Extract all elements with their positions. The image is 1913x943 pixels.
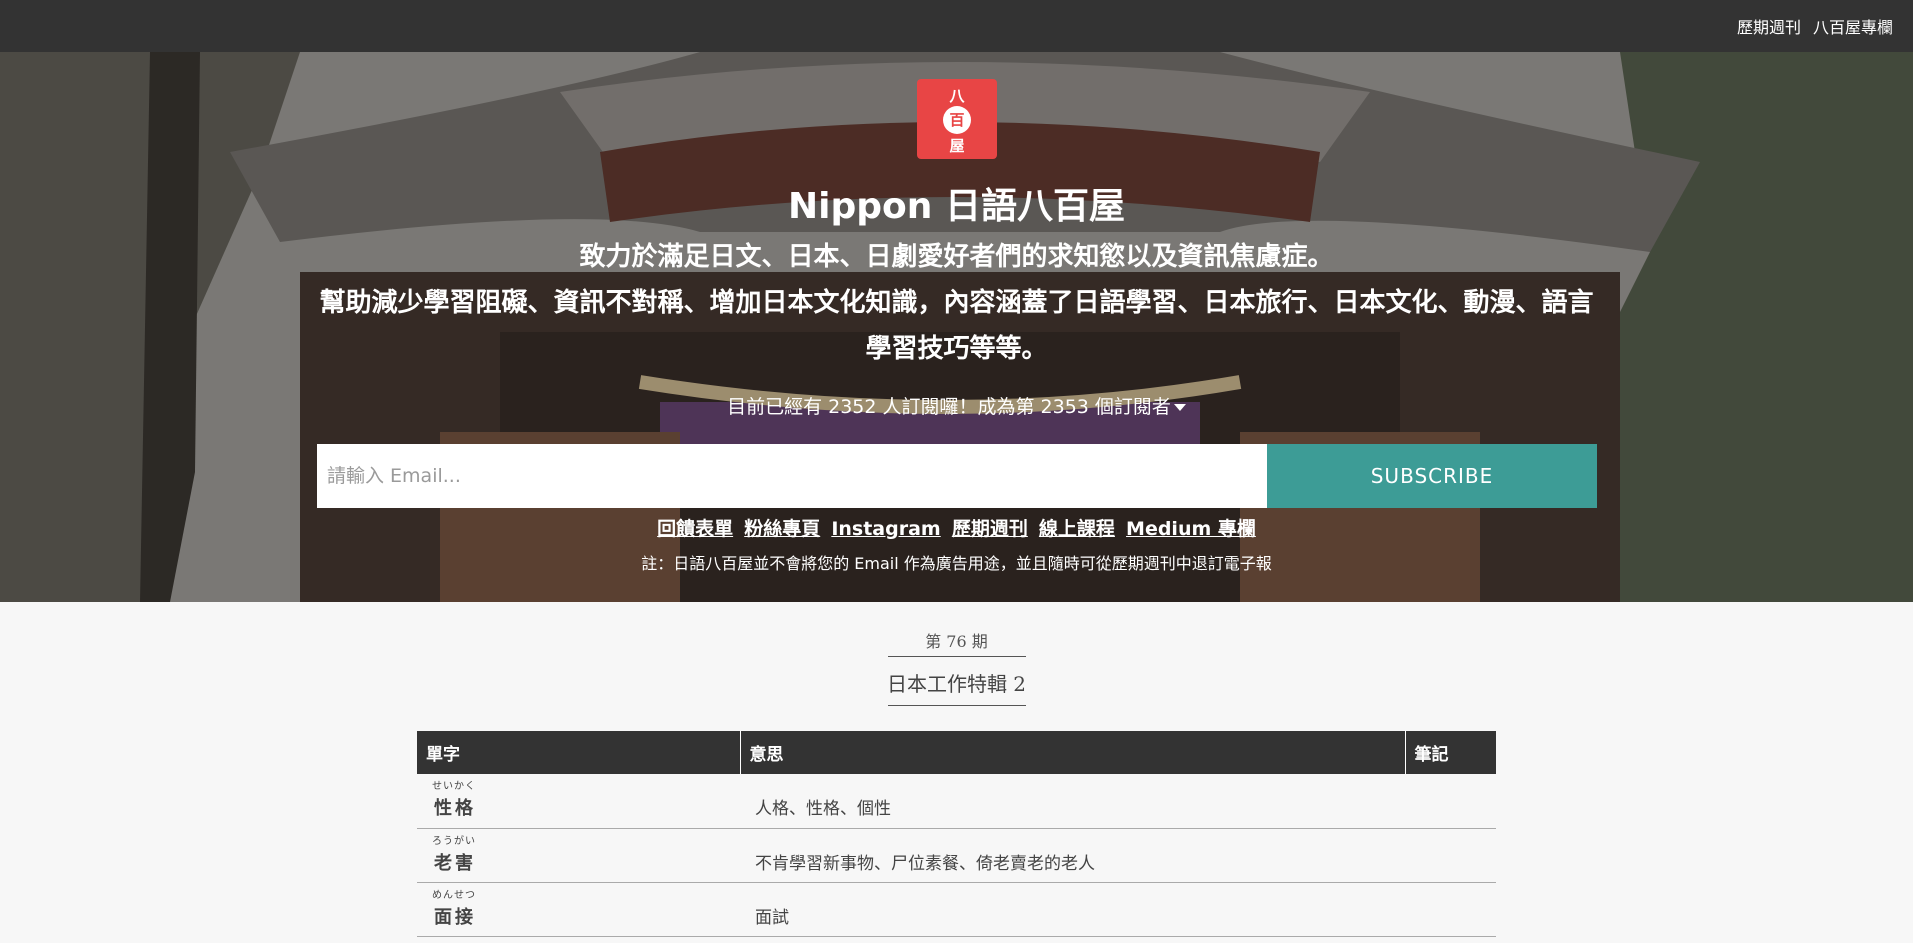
table-header-row: 單字 意思 筆記	[417, 731, 1496, 774]
subscribe-button[interactable]: SUBSCRIBE	[1267, 444, 1597, 508]
column-header-note: 筆記	[1405, 731, 1496, 774]
online-course-link[interactable]: 線上課程	[1039, 518, 1115, 540]
table-row: せいかく 性格 人格、性格、個性	[417, 774, 1496, 829]
logo-char-1: 八	[949, 87, 965, 105]
meaning-cell: 面試	[740, 882, 1405, 937]
feedback-form-link[interactable]: 回饋表單	[657, 518, 733, 540]
issue-number: 第 76 期	[925, 632, 988, 651]
caret-down-icon	[1173, 404, 1186, 411]
vocabulary-table: 單字 意思 筆記 せいかく 性格 人格、性格、個性 ろうがい 老害 不肯學習新事…	[417, 731, 1496, 937]
note-cell	[1405, 882, 1496, 937]
top-navbar: 歷期週刊 八百屋專欄	[0, 0, 1913, 52]
column-header-meaning: 意思	[740, 731, 1406, 774]
nav-past-issues-link[interactable]: 歷期週刊	[1737, 14, 1801, 38]
email-input[interactable]	[317, 444, 1267, 508]
word-cell: せいかく 性格	[417, 774, 740, 829]
description-line-2: 幫助減少學習阻礙、資訊不對稱、增加日本文化知識，內容涵蓋了日語學習、日本旅行、日…	[319, 288, 1594, 364]
site-logo[interactable]: 八 百 屋	[917, 79, 997, 159]
nav-column-link[interactable]: 八百屋專欄	[1813, 14, 1893, 38]
issue-title: 日本工作特輯 2	[886, 672, 1027, 696]
subscriber-count-toggle[interactable]: 目前已經有 2352 人訂閱囉！成為第 2353 個訂閱者	[0, 392, 1913, 419]
instagram-link[interactable]: Instagram	[831, 518, 940, 540]
hero-banner: 八 百 屋 Nippon 日語八百屋 致力於滿足日文、日本、日劇愛好者們的求知慾…	[0, 52, 1913, 602]
word-text: 面接	[434, 906, 476, 928]
word-cell: めんせつ 面接	[417, 882, 740, 937]
medium-column-link[interactable]: Medium 專欄	[1126, 518, 1256, 540]
subscriber-count-text: 目前已經有 2352 人訂閱囉！成為第 2353 個訂閱者	[727, 396, 1171, 418]
fan-page-link[interactable]: 粉絲專頁	[744, 518, 820, 540]
meaning-cell: 不肯學習新事物、尸位素餐、倚老賣老的老人	[740, 828, 1405, 883]
issue-divider-bottom	[888, 705, 1026, 706]
word-text: 性格	[434, 798, 476, 819]
logo-char-3: 屋	[949, 137, 965, 155]
issue-divider-top	[888, 656, 1026, 657]
note-cell	[1405, 774, 1496, 829]
site-description: 致力於滿足日文、日本、日劇愛好者們的求知慾以及資訊焦慮症。 幫助減少學習阻礙、資…	[310, 234, 1603, 372]
privacy-note: 註：日語八百屋並不會將您的 Email 作為廣告用途，並且隨時可從歷期週刊中退訂…	[641, 554, 1272, 573]
description-line-1: 致力於滿足日文、日本、日劇愛好者們的求知慾以及資訊焦慮症。	[579, 242, 1334, 272]
meaning-cell: 人格、性格、個性	[740, 774, 1405, 829]
social-links: 回饋表單 粉絲專頁 Instagram 歷期週刊 線上課程 Medium 專欄	[0, 514, 1913, 541]
logo-char-2: 百	[943, 106, 971, 134]
word-text: 老害	[434, 852, 476, 874]
note-cell	[1405, 828, 1496, 883]
word-reading: ろうがい	[432, 835, 476, 847]
site-title: Nippon 日語八百屋	[788, 186, 1125, 227]
column-header-word: 單字	[417, 731, 741, 774]
table-row: めんせつ 面接 面試	[417, 882, 1496, 937]
table-row: ろうがい 老害 不肯學習新事物、尸位素餐、倚老賣老的老人	[417, 828, 1496, 883]
word-reading: せいかく	[432, 781, 476, 792]
word-reading: めんせつ	[432, 889, 476, 901]
past-issues-link[interactable]: 歷期週刊	[952, 518, 1028, 540]
word-cell: ろうがい 老害	[417, 828, 740, 883]
top-nav-links: 歷期週刊 八百屋專欄	[1737, 0, 1893, 52]
